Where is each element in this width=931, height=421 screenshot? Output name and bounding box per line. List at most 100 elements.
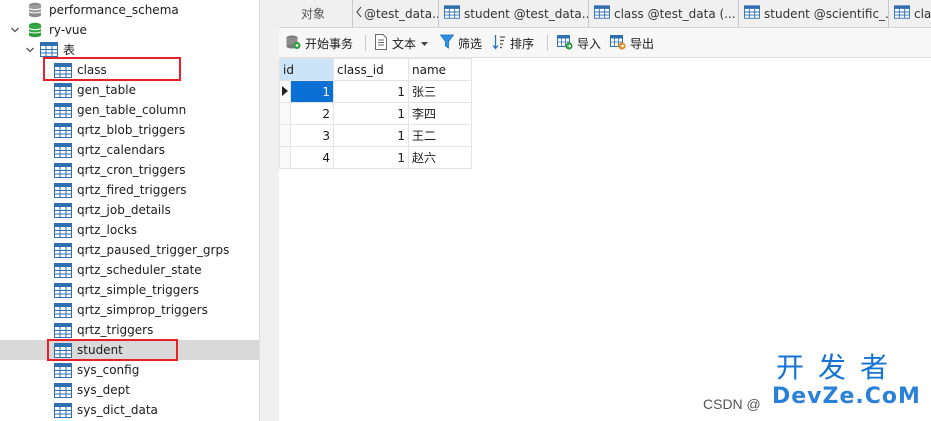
tree-item-sys-dict-data[interactable]: sys_dict_data: [0, 400, 259, 420]
table-icon: [54, 63, 72, 78]
tab-student-test-data[interactable]: student @test_data...: [439, 0, 589, 27]
table-icon: [54, 343, 72, 358]
table-row[interactable]: 3 1 王二: [279, 124, 472, 147]
cell-name[interactable]: 张三: [408, 80, 472, 103]
table-icon: [54, 223, 72, 238]
table-icon: [54, 163, 72, 178]
toolbar-separator: [365, 35, 366, 51]
tree-item-label: 表: [63, 43, 76, 57]
sort-button[interactable]: 排序: [492, 32, 534, 54]
tree-item-qrtz-triggers[interactable]: qrtz_triggers: [0, 320, 259, 340]
cell-name[interactable]: 王二: [408, 124, 472, 147]
table-icon: [54, 283, 72, 298]
tree-item-label: qrtz_job_details: [77, 203, 171, 217]
cell-id[interactable]: 4: [290, 146, 334, 169]
cell-class-id[interactable]: 1: [333, 124, 409, 147]
cell-name[interactable]: 赵六: [408, 146, 472, 169]
chevron-left-icon[interactable]: [355, 6, 363, 21]
tree-item-tables-folder[interactable]: 表: [0, 40, 259, 60]
column-header-class-id[interactable]: class_id: [333, 58, 409, 81]
tree-item-sys-config[interactable]: sys_config: [0, 360, 259, 380]
tab-label: @test_data...: [364, 6, 439, 21]
row-indicator[interactable]: [279, 102, 291, 125]
import-label: 导入: [577, 36, 602, 51]
tables-folder-icon: [40, 42, 58, 57]
column-header-id[interactable]: id: [279, 58, 334, 81]
cell-class-id[interactable]: 1: [333, 146, 409, 169]
tree-item-label: qrtz_simple_triggers: [77, 283, 199, 297]
tree-item-qrtz-fired-triggers[interactable]: qrtz_fired_triggers: [0, 180, 259, 200]
tree-item-qrtz-paused-trigger-grps[interactable]: qrtz_paused_trigger_grps: [0, 240, 259, 260]
table-row[interactable]: 4 1 赵六: [279, 146, 472, 169]
tab-objects[interactable]: 对象: [279, 0, 353, 27]
tree-item-label: gen_table: [77, 83, 136, 97]
begin-transaction-button[interactable]: 开始事务: [285, 32, 353, 54]
tree-item-qrtz-locks[interactable]: qrtz_locks: [0, 220, 259, 240]
tree-item-gen-table[interactable]: gen_table: [0, 80, 259, 100]
tree-item-qrtz-calendars[interactable]: qrtz_calendars: [0, 140, 259, 160]
row-indicator[interactable]: [279, 80, 291, 103]
table-row[interactable]: 1 1 张三: [279, 80, 472, 103]
filter-icon: [439, 34, 455, 52]
sort-icon: [492, 34, 506, 53]
cell-class-id[interactable]: 1: [333, 102, 409, 125]
tree-item-qrtz-blob-triggers[interactable]: qrtz_blob_triggers: [0, 120, 259, 140]
row-indicator[interactable]: [279, 146, 291, 169]
tree-item-student[interactable]: student: [0, 340, 259, 360]
cell-id[interactable]: 2: [290, 102, 334, 125]
tree-item-label: qrtz_triggers: [77, 323, 154, 337]
filter-label: 筛选: [458, 36, 483, 51]
cell-id[interactable]: 3: [290, 124, 334, 147]
table-icon: [54, 243, 72, 258]
tree-item-ry-vue[interactable]: ry-vue: [0, 20, 259, 40]
table-header-row: id class_id name: [279, 58, 472, 81]
table-icon: [54, 303, 72, 318]
tree-item-qrtz-simprop-triggers[interactable]: qrtz_simprop_triggers: [0, 300, 259, 320]
text-view-button[interactable]: 文本: [374, 32, 429, 54]
table-icon: [54, 183, 72, 198]
tree-item-label: qrtz_scheduler_state: [77, 263, 202, 277]
splitter[interactable]: [259, 0, 279, 421]
tree-item-label: qrtz_blob_triggers: [77, 123, 186, 137]
tab-label: 对象: [301, 7, 326, 21]
filter-button[interactable]: 筛选: [439, 32, 483, 54]
tree-item-label: qrtz_simprop_triggers: [77, 303, 208, 317]
table-icon: [54, 383, 72, 398]
table-icon: [54, 363, 72, 378]
row-indicator[interactable]: [279, 124, 291, 147]
tree-item-qrtz-simple-triggers[interactable]: qrtz_simple_triggers: [0, 280, 259, 300]
cell-id[interactable]: 1: [290, 80, 334, 103]
cell-name[interactable]: 李四: [408, 102, 472, 125]
tree-item-performance-schema[interactable]: performance_schema: [0, 0, 259, 20]
tab-student-scientific[interactable]: student @scientific_...: [739, 0, 889, 27]
tree-item-qrtz-cron-triggers[interactable]: qrtz_cron_triggers: [0, 160, 259, 180]
toolbar-separator: [547, 35, 548, 51]
tab-class-test-data[interactable]: class @test_data (...: [589, 0, 739, 27]
dropdown-arrow-icon[interactable]: [421, 36, 429, 50]
tree-item-qrtz-job-details[interactable]: qrtz_job_details: [0, 200, 259, 220]
navigator-tree[interactable]: performance_schema ry-vue 表 class gen_ta…: [0, 0, 260, 421]
tree-item-sys-dept[interactable]: sys_dept: [0, 380, 259, 400]
tree-item-label: sys_config: [77, 363, 140, 377]
database-icon: [28, 22, 42, 38]
tree-item-class[interactable]: class: [0, 60, 259, 80]
table-icon: [54, 203, 72, 218]
cell-class-id[interactable]: 1: [333, 80, 409, 103]
transaction-icon: [285, 34, 301, 53]
tab-class-overflow[interactable]: clas: [889, 0, 931, 27]
tree-item-qrtz-scheduler-state[interactable]: qrtz_scheduler_state: [0, 260, 259, 280]
export-button[interactable]: 导出: [610, 32, 654, 54]
column-header-name[interactable]: name: [408, 58, 472, 81]
text-view-label: 文本: [392, 36, 417, 51]
table-row[interactable]: 2 1 李四: [279, 102, 472, 125]
watermark-csdn: CSDN @: [703, 396, 761, 412]
tree-item-label: student: [77, 343, 123, 357]
table-icon: [54, 143, 72, 158]
chevron-down-icon[interactable]: [10, 25, 20, 35]
tree-item-gen-table-column[interactable]: gen_table_column: [0, 100, 259, 120]
tab-test-data-query[interactable]: @test_data...: [353, 0, 439, 27]
table-icon: [744, 5, 760, 22]
chevron-down-icon[interactable]: [25, 45, 35, 55]
tree-item-label: qrtz_locks: [77, 223, 138, 237]
import-button[interactable]: 导入: [557, 32, 601, 54]
